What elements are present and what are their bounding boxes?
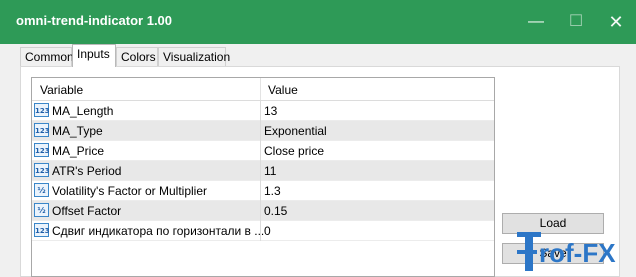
variable-value[interactable]: Close price bbox=[264, 144, 324, 158]
tab-colors[interactable]: Colors bbox=[116, 47, 158, 66]
integer-type-icon: 123 bbox=[34, 143, 50, 157]
table-row[interactable]: 123 MA_Price Close price bbox=[32, 141, 494, 161]
tab-common[interactable]: Common bbox=[20, 47, 74, 66]
variable-name: ATR's Period bbox=[52, 164, 122, 178]
minimize-button[interactable]: — bbox=[516, 10, 556, 34]
window-title: omni-trend-indicator 1.00 bbox=[16, 13, 173, 28]
variable-value[interactable]: 13 bbox=[264, 104, 277, 118]
variable-value[interactable]: Exponential bbox=[264, 124, 327, 138]
variable-value[interactable]: 11 bbox=[264, 164, 276, 178]
table-row[interactable]: 123 Сдвиг индикатора по горизонтали в ..… bbox=[32, 221, 494, 241]
watermark-logo: rof-FX bbox=[503, 228, 636, 277]
variable-value[interactable]: 0.15 bbox=[264, 204, 287, 218]
table-row[interactable]: ½ Offset Factor 0.15 bbox=[32, 201, 494, 221]
integer-type-icon: 123 bbox=[34, 123, 50, 137]
tab-visualization[interactable]: Visualization bbox=[158, 47, 230, 66]
integer-type-icon: 123 bbox=[34, 163, 50, 177]
table-row[interactable]: 123 ATR's Period 11 bbox=[32, 161, 494, 181]
dialog-window: omni-trend-indicator 1.00 — ☐ ✕ Common I… bbox=[0, 0, 636, 277]
title-bar[interactable]: omni-trend-indicator 1.00 — ☐ ✕ bbox=[0, 0, 636, 44]
variable-name: Сдвиг индикатора по горизонтали в ... bbox=[52, 224, 265, 238]
header-value[interactable]: Value bbox=[268, 83, 298, 97]
table-row[interactable]: 123 MA_Type Exponential bbox=[32, 121, 494, 141]
variable-name: Volatility's Factor or Multiplier bbox=[52, 184, 208, 198]
inputs-table: Variable Value 123 MA_Length 13 123 MA_T… bbox=[31, 77, 495, 277]
close-button[interactable]: ✕ bbox=[596, 10, 636, 34]
table-row[interactable]: 123 MA_Length 13 bbox=[32, 101, 494, 121]
maximize-button[interactable]: ☐ bbox=[556, 10, 596, 34]
variable-name: Offset Factor bbox=[52, 204, 122, 218]
tab-inputs[interactable]: Inputs bbox=[72, 44, 116, 67]
table-row[interactable]: ½ Volatility's Factor or Multiplier 1.3 bbox=[32, 181, 494, 201]
integer-type-icon: 123 bbox=[34, 103, 50, 117]
header-variable[interactable]: Variable bbox=[40, 83, 83, 97]
variable-value[interactable]: 0 bbox=[264, 224, 271, 238]
header-divider[interactable] bbox=[260, 78, 261, 100]
variable-name: MA_Type bbox=[52, 124, 103, 138]
integer-type-icon: 123 bbox=[34, 223, 50, 237]
variable-name: MA_Price bbox=[52, 144, 105, 158]
variable-value[interactable]: 1.3 bbox=[264, 184, 281, 198]
table-header: Variable Value bbox=[32, 78, 494, 101]
variable-name: MA_Length bbox=[52, 104, 114, 118]
watermark-text: rof-FX bbox=[539, 238, 616, 268]
double-type-icon: ½ bbox=[34, 203, 49, 217]
double-type-icon: ½ bbox=[34, 183, 49, 197]
